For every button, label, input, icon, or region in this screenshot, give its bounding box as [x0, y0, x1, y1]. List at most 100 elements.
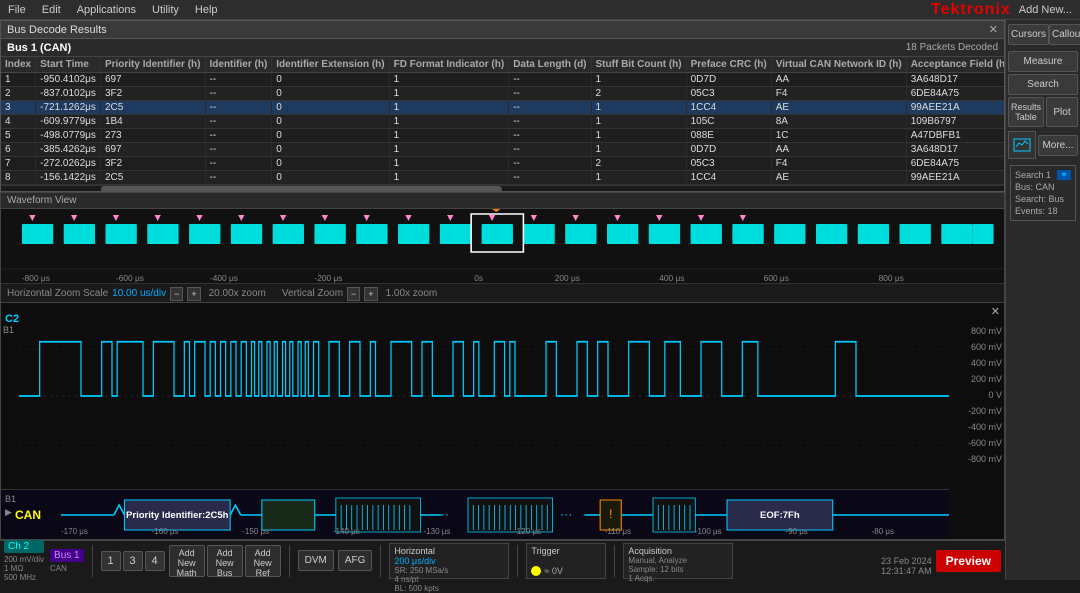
menu-help[interactable]: Help — [195, 4, 218, 16]
svg-text:-400 μs: -400 μs — [210, 274, 238, 283]
more-button[interactable]: More... — [1038, 135, 1078, 156]
plot-button[interactable]: Plot — [1046, 97, 1078, 127]
waveform-zoom-bar: Horizontal Zoom Scale 10.00 us/div − + 2… — [1, 283, 1004, 303]
table-cell: -950.4102μs — [36, 73, 101, 87]
callout-button[interactable]: Callout — [1049, 24, 1080, 45]
preview-button[interactable]: Preview — [936, 550, 1001, 572]
table-cell: 2C5 — [100, 171, 205, 185]
horizontal-rl: 4 ns/pt — [394, 575, 504, 584]
table-cell: 1 — [591, 73, 686, 87]
waveform-view: Waveform View B1▶ — [0, 192, 1005, 302]
table-row[interactable]: 8-156.1422μs2C5--01--11CC4AE99AEE21AEE 0… — [1, 171, 1004, 185]
table-cell: 1C — [771, 129, 906, 143]
table-row[interactable]: 1-950.4102μs697--01--10D7DAA3A648D176D 0… — [1, 73, 1004, 87]
bus1-block: Bus 1 CAN — [50, 549, 84, 573]
menu-applications[interactable]: Applications — [77, 4, 136, 16]
table-cell: 3A648D17 — [906, 73, 1004, 87]
add-new-math-btn[interactable]: AddNewMath — [169, 545, 205, 577]
add-new-ref-btn[interactable]: AddNewRef — [245, 545, 281, 577]
bus1-label[interactable]: Bus 1 — [50, 549, 84, 562]
v-zoom-decrease-btn[interactable]: − — [347, 287, 360, 301]
table-row[interactable]: 6-385.4262μs697--01--10D7DAA3A648D176D 0… — [1, 143, 1004, 157]
col-identifier: Identifier (h) — [205, 57, 272, 73]
table-row[interactable]: 2-837.0102μs3F2--01--205C3F46DE84A75D5 1… — [1, 87, 1004, 101]
zoom-decrease-btn[interactable]: − — [170, 287, 183, 301]
volt-0: 0 V — [968, 387, 1002, 403]
can-bus-label: CAN — [15, 508, 41, 522]
decode-table-scroll[interactable]: Index Start Time Priority Identifier (h)… — [1, 57, 1004, 185]
measure-button[interactable]: Measure — [1008, 51, 1078, 72]
table-cell: -837.0102μs — [36, 87, 101, 101]
cursors-button[interactable]: Cursors — [1008, 24, 1049, 45]
table-row[interactable]: 7-272.0262μs3F2--01--205C3F46DE84A75D5 1… — [1, 157, 1004, 171]
bus-decode-close-button[interactable]: ✕ — [989, 23, 998, 36]
nav-btn-1[interactable]: 1 — [101, 551, 121, 571]
col-stuff-bit: Stuff Bit Count (h) — [591, 57, 686, 73]
results-table-button[interactable]: ResultsTable — [1008, 97, 1044, 127]
table-cell: 1 — [591, 115, 686, 129]
table-cell: 0 — [272, 143, 389, 157]
math-bus-ref-buttons: AddNewMath AddNewBus AddNewRef — [169, 545, 281, 577]
table-cell: 1CC4 — [686, 171, 771, 185]
nav-btn-3[interactable]: 3 — [123, 551, 143, 571]
table-cell: 088E — [686, 129, 771, 143]
table-cell: 6DE84A75 — [906, 157, 1004, 171]
table-cell: -- — [205, 129, 272, 143]
volt-n400: -400 mV — [968, 419, 1002, 435]
menu-utility[interactable]: Utility — [152, 4, 179, 16]
search-bus-row: Bus: CAN — [1015, 182, 1071, 192]
waveform-area[interactable]: B1▶ — [1, 209, 1004, 283]
h-zoom-label: Horizontal Zoom Scale — [7, 288, 108, 299]
table-cell: -721.1262μs — [36, 101, 101, 115]
v-zoom-increase-btn[interactable]: + — [364, 287, 377, 301]
time-ruler: -170 μs -160 μs -150 μs -140 μs -130 μs … — [61, 527, 894, 539]
bus-decode-subheader: Bus 1 (CAN) 18 Packets Decoded — [1, 39, 1004, 57]
table-cell: -- — [509, 143, 591, 157]
table-cell: 0D7D — [686, 73, 771, 87]
table-cell: -498.0779μs — [36, 129, 101, 143]
svg-text:EOF:7Fh: EOF:7Fh — [760, 510, 800, 520]
search-type-row: Search: Bus — [1015, 194, 1071, 204]
svg-text:-800 μs: -800 μs — [22, 274, 50, 283]
table-cell: 2 — [591, 157, 686, 171]
menu-edit[interactable]: Edit — [42, 4, 61, 16]
zoom-increase-btn[interactable]: + — [187, 287, 200, 301]
table-cell: 5 — [1, 129, 36, 143]
dvm-button[interactable]: DVM — [298, 550, 334, 571]
table-cell: AA — [771, 143, 906, 157]
horizontal-label: Horizontal — [394, 546, 504, 556]
table-cell: 05C3 — [686, 157, 771, 171]
search-button[interactable]: Search — [1008, 74, 1078, 95]
table-cell: 0 — [272, 171, 389, 185]
table-cell: -- — [509, 101, 591, 115]
table-cell: 1 — [591, 143, 686, 157]
col-preface-crc: Preface CRC (h) — [686, 57, 771, 73]
v-zoom-factor-label: 1.00x zoom — [386, 288, 438, 299]
trigger-indicator-row: ≈ 0V — [531, 566, 601, 576]
menu-file[interactable]: File — [8, 4, 26, 16]
ch2-label[interactable]: Ch 2 — [4, 540, 44, 553]
horizontal-sr: SR: 250 MSa/s — [394, 566, 504, 575]
table-cell: AE — [771, 101, 906, 115]
bus-decode-header: Bus Decode Results ✕ — [1, 21, 1004, 39]
table-cell: 8A — [771, 115, 906, 129]
table-row[interactable]: 5-498.0779μs273--01--1088E1CA47DBFB1CB 1… — [1, 129, 1004, 143]
table-cell: -272.0262μs — [36, 157, 101, 171]
datetime-text: 23 Feb 2024 12:31:47 AM — [881, 556, 932, 576]
signal-close-button[interactable]: ✕ — [991, 305, 1000, 318]
table-row[interactable]: 4-609.9779μs1B4--01--1105C8A109B6797E5 0… — [1, 115, 1004, 129]
table-row[interactable]: 3-721.1262μs2C5--01--11CC4AE99AEE21AEE 0… — [1, 101, 1004, 115]
c2-channel-label: C2 — [5, 313, 19, 325]
add-new-bus-btn[interactable]: AddNewBus — [207, 545, 243, 577]
ch2-settings: 200 mV/div 1 MΩ 500 MHz — [4, 555, 44, 582]
add-new-button[interactable]: Add New... — [1019, 4, 1072, 16]
table-cell: 109B6797 — [906, 115, 1004, 129]
acquisition-label: Acquisition — [628, 546, 728, 556]
search-toggle[interactable] — [1057, 170, 1071, 180]
divider-1 — [92, 545, 93, 577]
nav-btn-4[interactable]: 4 — [145, 551, 165, 571]
table-cell: -- — [205, 171, 272, 185]
scope-icon-row: More... — [1008, 131, 1078, 159]
afg-button[interactable]: AFG — [338, 550, 373, 571]
table-cell: -- — [509, 87, 591, 101]
